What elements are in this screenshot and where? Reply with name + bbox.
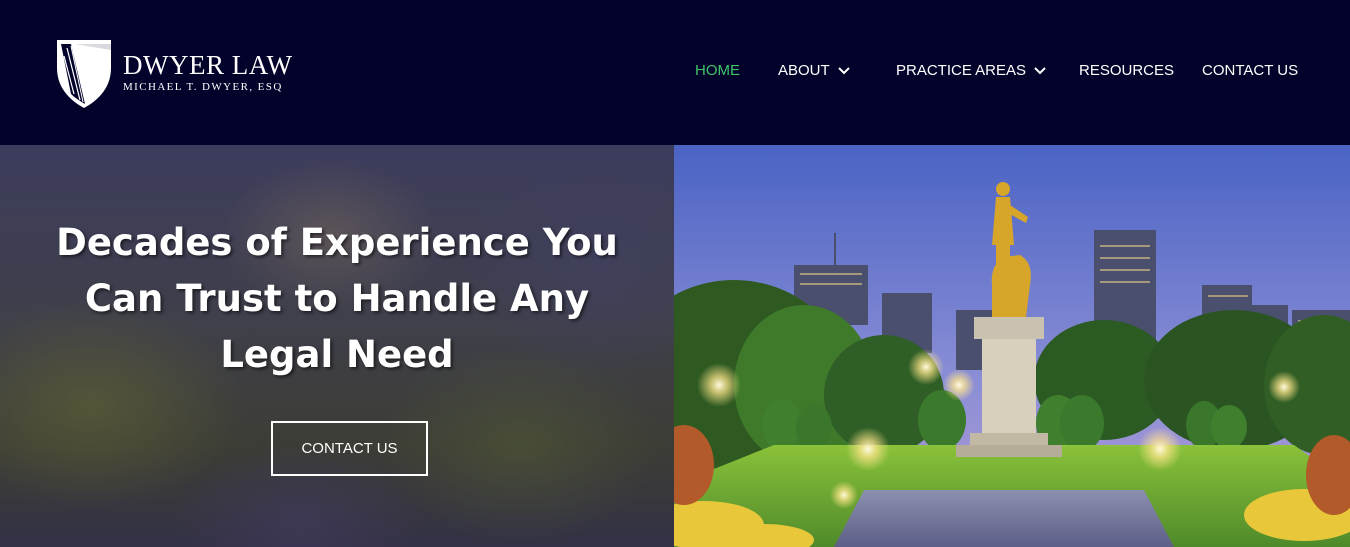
hero-title: Decades of Experience You Can Trust to H… [30, 215, 644, 383]
site-header: DWYER LAW MICHAEL T. DWYER, ESQ HOME ABO… [0, 0, 1350, 145]
hero-image-boston-common [674, 145, 1350, 547]
nav-contact-us-label: CONTACT US [1202, 62, 1299, 79]
shield-logo-icon [57, 40, 111, 108]
chevron-down-icon [1034, 66, 1046, 75]
brand-name: DWYER LAW [123, 50, 293, 80]
nav-about-label: ABOUT [778, 62, 830, 79]
nav-home-label: HOME [695, 62, 740, 79]
hero-contact-button[interactable]: CONTACT US [271, 421, 428, 476]
nav-resources-label: RESOURCES [1079, 62, 1175, 79]
park-statue-illustration [674, 145, 1350, 547]
nav-home[interactable]: HOME [695, 62, 740, 79]
hero-section: Decades of Experience You Can Trust to H… [0, 145, 674, 547]
nav-practice-areas-label: PRACTICE AREAS [896, 62, 1027, 79]
nav-contact-us[interactable]: CONTACT US [1202, 62, 1298, 79]
site-logo[interactable]: DWYER LAW MICHAEL T. DWYER, ESQ [55, 38, 325, 110]
nav-resources[interactable]: RESOURCES [1079, 62, 1174, 79]
hero-title-line-2: Can Trust to Handle Any [84, 277, 590, 320]
hero-title-line-1: Decades of Experience You [56, 221, 618, 264]
nav-about[interactable]: ABOUT [778, 62, 850, 79]
nav-practice-areas[interactable]: PRACTICE AREAS [896, 62, 1046, 79]
brand-tagline: MICHAEL T. DWYER, ESQ [123, 81, 283, 93]
chevron-down-icon [837, 66, 850, 75]
hero-title-line-3: Legal Need [220, 333, 454, 376]
